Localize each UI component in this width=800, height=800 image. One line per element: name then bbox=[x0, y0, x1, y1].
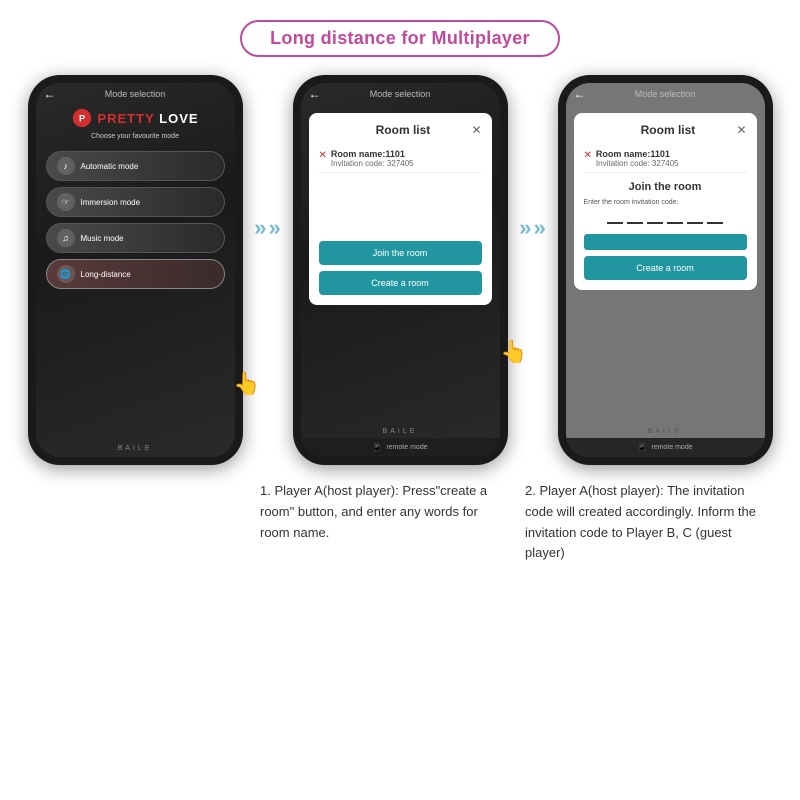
phone-1-subtitle: Choose your favourite mode bbox=[36, 133, 235, 140]
arrow-2: » » bbox=[508, 215, 558, 241]
phone-3-back-arrow: ← bbox=[574, 87, 586, 101]
pretty-love-text: PRETTY LOVE bbox=[97, 111, 198, 126]
descriptions-row: 1. Player A(host player): Press"create a… bbox=[10, 481, 790, 564]
modal-2-title: Room list bbox=[600, 123, 737, 137]
room-list-modal-2: Room list ✕ ✕ Room name:1101 Invitation … bbox=[574, 113, 757, 290]
modal-title-row: Room list ✕ bbox=[319, 123, 482, 137]
long-distance-mode-btn[interactable]: 🌐 Long-distance bbox=[46, 259, 225, 289]
phone-3-screen: ← Mode selection Room list ✕ ✕ Room name… bbox=[566, 83, 765, 457]
desc-text-1: 1. Player A(host player): Press"create a… bbox=[260, 481, 495, 543]
room-info-2: Room name:1101 Invitation code: 327405 bbox=[596, 149, 747, 168]
code-dash-5 bbox=[687, 210, 703, 224]
code-input-row bbox=[584, 210, 747, 224]
phone-3-frame: ← Mode selection Room list ✕ ✕ Room name… bbox=[558, 75, 773, 465]
join-room-title: Join the room bbox=[584, 181, 747, 193]
back-arrow-icon: ← bbox=[44, 87, 56, 101]
phone-1-footer: BAILE bbox=[36, 440, 235, 457]
invitation-label: Enter the room invitation code: bbox=[584, 199, 747, 206]
modal-spacer bbox=[319, 177, 482, 237]
page-container: Long distance for Multiplayer ← Mode sel… bbox=[0, 0, 800, 800]
room-x-2-icon: ✕ bbox=[584, 150, 592, 161]
phone-1-header-title: Mode selection bbox=[105, 89, 166, 99]
immersion-icon: ☞ bbox=[57, 193, 75, 211]
room-name-2: Room name:1101 bbox=[596, 149, 747, 159]
arrow-1: » » bbox=[243, 215, 293, 241]
code-dash-4 bbox=[667, 210, 683, 224]
join-room-btn[interactable]: Join the room bbox=[319, 241, 482, 265]
phones-row: ← Mode selection P PRETTY LOVE Choose yo… bbox=[10, 75, 790, 465]
long-distance-icon: 🌐 bbox=[57, 265, 75, 283]
phone-3-footer-mode: remote mode bbox=[651, 444, 692, 451]
room-name: Room name:1101 bbox=[331, 149, 482, 159]
code-dash-3 bbox=[647, 210, 663, 224]
immersion-mode-label: Immersion mode bbox=[81, 198, 141, 207]
desc-text-2: 2. Player A(host player): The invitation… bbox=[525, 481, 760, 564]
code-dash-1 bbox=[607, 210, 623, 224]
pretty-love-logo: P PRETTY LOVE bbox=[71, 107, 198, 129]
desc-spacer bbox=[30, 481, 245, 564]
pl-logo-icon: P bbox=[71, 107, 93, 129]
desc-block-2: 2. Player A(host player): The invitation… bbox=[510, 481, 775, 564]
phone-2-footer: BAILE bbox=[301, 428, 500, 435]
hand-cursor-2-icon: 👆 bbox=[500, 339, 527, 365]
phone-3-footer-bar: 📱 remote mode bbox=[566, 438, 765, 457]
phone-2-header-title: Mode selection bbox=[370, 89, 431, 99]
room-code: Invitation code: 327405 bbox=[331, 159, 482, 168]
create-room-btn-2[interactable]: Create a room bbox=[584, 256, 747, 280]
phone-2-screen: ← Mode selection Room list ✕ ✕ Room name… bbox=[301, 83, 500, 457]
phone-3-header-title: Mode selection bbox=[635, 89, 696, 99]
phone-1-frame: ← Mode selection P PRETTY LOVE Choose yo… bbox=[28, 75, 243, 465]
code-dash-2 bbox=[627, 210, 643, 224]
music-mode-btn[interactable]: ♫ Music mode bbox=[46, 223, 225, 253]
room-code-2: Invitation code: 327405 bbox=[596, 159, 747, 168]
modal-2-title-row: Room list ✕ bbox=[584, 123, 747, 137]
phone-2-footer-mode: remote mode bbox=[386, 444, 427, 451]
phone-2-back-arrow: ← bbox=[309, 87, 321, 101]
modal-title: Room list bbox=[335, 123, 472, 137]
automatic-mode-btn[interactable]: ♪ Automatic mode bbox=[46, 151, 225, 181]
room-item-2: ✕ Room name:1101 Invitation code: 327405 bbox=[584, 145, 747, 173]
create-room-btn[interactable]: Create a room bbox=[319, 271, 482, 295]
svg-text:P: P bbox=[79, 114, 85, 124]
room-item: ✕ Room name:1101 Invitation code: 327405 bbox=[319, 145, 482, 173]
automatic-icon: ♪ bbox=[57, 157, 75, 175]
phone-3-remote-icon: 📱 bbox=[637, 443, 647, 452]
phone-3-header: ← Mode selection bbox=[566, 83, 765, 101]
remote-mode-icon: 📱 bbox=[372, 443, 382, 452]
music-icon: ♫ bbox=[57, 229, 75, 247]
phone-3-footer: BAILE bbox=[566, 428, 765, 435]
room-list-modal: Room list ✕ ✕ Room name:1101 Invitation … bbox=[309, 113, 492, 305]
room-x-icon: ✕ bbox=[319, 150, 327, 161]
double-chevron-icon: » » bbox=[254, 215, 281, 241]
music-mode-label: Music mode bbox=[81, 234, 124, 243]
keyboard-suggestion-bar bbox=[584, 234, 747, 250]
phone-2-footer-bar: 📱 remote mode bbox=[301, 438, 500, 457]
page-title: Long distance for Multiplayer bbox=[240, 20, 560, 57]
immersion-mode-btn[interactable]: ☞ Immersion mode bbox=[46, 187, 225, 217]
phone-1-screen: ← Mode selection P PRETTY LOVE Choose yo… bbox=[36, 83, 235, 457]
phone-2-frame: ← Mode selection Room list ✕ ✕ Room name… bbox=[293, 75, 508, 465]
room-info: Room name:1101 Invitation code: 327405 bbox=[331, 149, 482, 168]
phone-1-header: ← Mode selection bbox=[36, 83, 235, 101]
hand-cursor-icon: 👆 bbox=[233, 371, 260, 397]
modal-close-btn[interactable]: ✕ bbox=[471, 123, 481, 137]
double-chevron-2-icon: » » bbox=[519, 215, 546, 241]
modal-2-close-btn[interactable]: ✕ bbox=[736, 123, 746, 137]
desc-block-1: 1. Player A(host player): Press"create a… bbox=[245, 481, 510, 564]
long-distance-mode-label: Long-distance bbox=[81, 270, 131, 279]
phone-2-header: ← Mode selection bbox=[301, 83, 500, 101]
code-dash-6 bbox=[707, 210, 723, 224]
automatic-mode-label: Automatic mode bbox=[81, 162, 139, 171]
